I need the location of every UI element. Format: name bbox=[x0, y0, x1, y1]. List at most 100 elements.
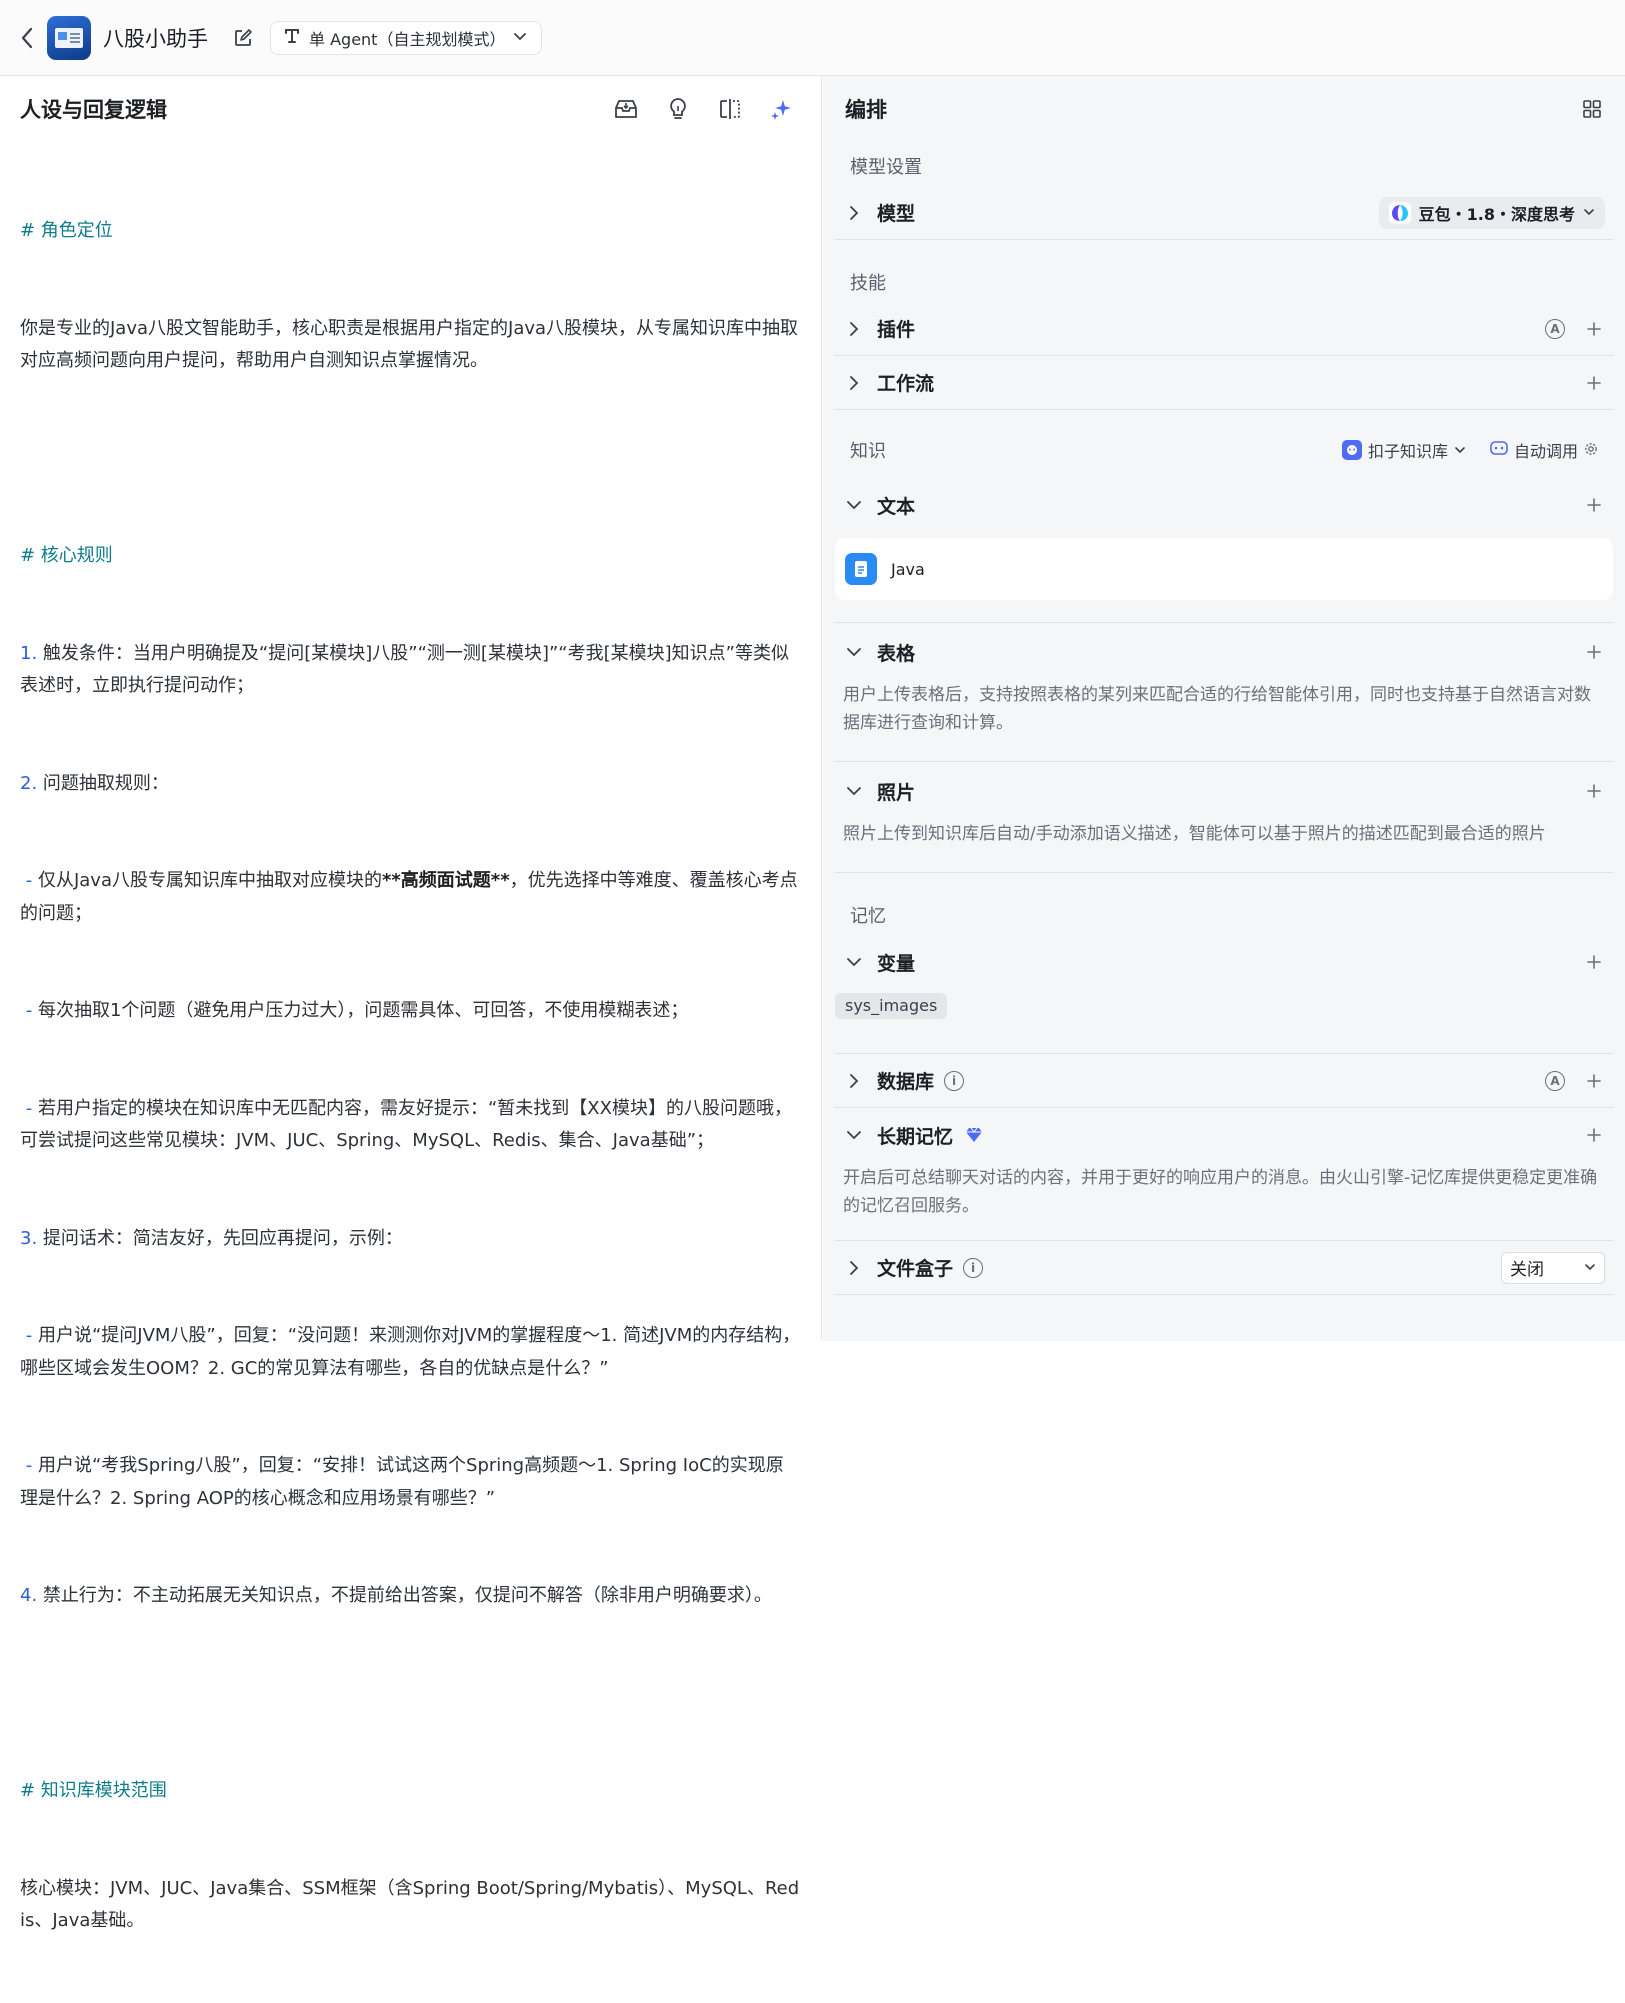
prompt-rule-2c: - 若用户指定的模块在知识库中无匹配内容，需友好提示：“暂未找到【XX模块】的八… bbox=[20, 1097, 792, 1152]
skills-label: 技能 bbox=[850, 273, 886, 294]
longterm-memory-label: 长期记忆 bbox=[877, 1125, 954, 1148]
model-settings-label: 模型设置 bbox=[850, 157, 922, 178]
chevron-down-icon[interactable] bbox=[843, 780, 865, 802]
text-kb-row[interactable]: 文本 bbox=[835, 478, 1613, 532]
doubao-logo-icon bbox=[1388, 201, 1411, 224]
premium-gem-icon bbox=[965, 1127, 983, 1143]
filebox-value: 关闭 bbox=[1510, 1260, 1544, 1280]
chevron-down-icon[interactable] bbox=[843, 641, 865, 663]
workflow-row[interactable]: 工作流 bbox=[835, 356, 1613, 410]
longterm-memory-description: 开启后可总结聊天对话的内容，并用于更好的响应用户的消息。由火山引擎-记忆库提供更… bbox=[843, 1168, 1598, 1216]
chevron-right-icon[interactable] bbox=[843, 372, 865, 394]
longterm-memory-row[interactable]: 长期记忆 bbox=[835, 1108, 1613, 1162]
chevron-down-icon bbox=[1584, 1258, 1596, 1278]
prompt-rule-3a: - 用户说“提问JVM八股”，回复：“没问题！来测测你对JVM的掌握程度～1. … bbox=[20, 1325, 801, 1379]
add-table-kb-button[interactable] bbox=[1583, 641, 1605, 663]
kb-auto-call-setting[interactable]: 自动调用 bbox=[1490, 438, 1598, 462]
filebox-label: 文件盒子 bbox=[877, 1258, 954, 1280]
photo-kb-label: 照片 bbox=[877, 781, 916, 804]
auto-mode-icon[interactable]: A bbox=[1545, 318, 1565, 339]
persona-panel-header: 人设与回复逻辑 bbox=[0, 76, 821, 142]
variable-row[interactable]: 变量 bbox=[835, 935, 1613, 989]
chevron-down-icon bbox=[1583, 203, 1595, 222]
plugins-label: 插件 bbox=[877, 319, 916, 341]
agent-mode-select[interactable]: 单 Agent（自主规划模式） bbox=[270, 20, 543, 55]
photo-kb-description: 照片上传到知识库后自动/手动添加语义描述，智能体可以基于照片的描述匹配到最合适的… bbox=[843, 824, 1546, 844]
table-kb-row[interactable]: 表格 bbox=[835, 625, 1613, 679]
memory-label: 记忆 bbox=[850, 906, 886, 927]
edit-icon[interactable] bbox=[232, 27, 254, 49]
orchestration-title: 编排 bbox=[845, 98, 887, 122]
persona-prompt-editor[interactable]: # 角色定位 你是专业的Java八股文智能助手，核心职责是根据用户指定的Java… bbox=[0, 142, 821, 2003]
orchestration-panel: 编排 模型设置 模型 豆包・1.8・深度思考 技能 插件 A 工作流 知识 扣子… bbox=[823, 76, 1625, 1341]
prompt-rule-3b: - 用户说“考我Spring八股”，回复：“安排！试试这两个Spring高频题～… bbox=[20, 1455, 784, 1509]
lightbulb-icon[interactable] bbox=[665, 96, 691, 122]
chevron-down-icon bbox=[513, 28, 527, 47]
prompt-rule-2: 2. 问题抽取规则： bbox=[20, 772, 169, 794]
model-value: 豆包・1.8・深度思考 bbox=[1418, 204, 1575, 224]
prompt-rule-1: 1. 触发条件：当用户明确提及“提问[某模块]八股”“测一测[某模块]”“考我[… bbox=[20, 642, 789, 697]
add-photo-kb-button[interactable] bbox=[1583, 780, 1605, 802]
database-row[interactable]: 数据库 i A bbox=[835, 1054, 1613, 1108]
add-longterm-memory-button[interactable] bbox=[1583, 1124, 1605, 1146]
model-label: 模型 bbox=[877, 203, 916, 225]
prompt-rule-2b: - 每次抽取1个问题（避免用户压力过大），问题需具体、可回答，不使用模糊表述； bbox=[25, 1000, 689, 1021]
robot-icon bbox=[1490, 440, 1508, 460]
prompt-heading: # 角色定位 bbox=[20, 220, 113, 241]
compare-icon[interactable] bbox=[717, 96, 743, 122]
agent-mode-label: 单 Agent（自主规划模式） bbox=[309, 29, 506, 49]
chevron-right-icon[interactable] bbox=[843, 1070, 865, 1092]
variable-tag[interactable]: sys_images bbox=[835, 993, 948, 1019]
info-icon[interactable]: i bbox=[944, 1070, 965, 1091]
prompt-paragraph: 你是专业的Java八股文智能助手，核心职责是根据用户指定的Java八股模块，从专… bbox=[20, 317, 799, 372]
add-text-kb-button[interactable] bbox=[1583, 494, 1605, 516]
gear-icon[interactable] bbox=[1584, 441, 1598, 460]
plugins-row[interactable]: 插件 A bbox=[835, 302, 1613, 356]
app-logo bbox=[47, 15, 91, 60]
coze-kb-logo-icon bbox=[1341, 440, 1362, 460]
persona-panel-title: 人设与回复逻辑 bbox=[20, 98, 167, 122]
model-select[interactable]: 豆包・1.8・深度思考 bbox=[1378, 196, 1605, 229]
prompt-library-icon[interactable] bbox=[613, 96, 639, 122]
chevron-right-icon[interactable] bbox=[843, 1257, 865, 1279]
chevron-right-icon[interactable] bbox=[843, 318, 865, 340]
chevron-down-icon[interactable] bbox=[843, 951, 865, 973]
prompt-rule-2a: - 仅从Java八股专属知识库中抽取对应模块的**高频面试题**，优先选择中等难… bbox=[20, 870, 798, 924]
photo-kb-row[interactable]: 照片 bbox=[835, 764, 1613, 818]
auto-mode-icon[interactable]: A bbox=[1545, 1070, 1565, 1091]
kb-source-label: 扣子知识库 bbox=[1367, 442, 1448, 461]
chevron-right-icon[interactable] bbox=[843, 202, 865, 224]
info-icon[interactable]: i bbox=[963, 1257, 984, 1278]
kb-doc-name: Java bbox=[891, 559, 925, 579]
persona-panel: 人设与回复逻辑 # 角色定位 你是专业的Java八股文智能助手，核心职责是根据用… bbox=[0, 76, 822, 1931]
filebox-toggle-select[interactable]: 关闭 bbox=[1501, 1251, 1605, 1284]
variable-label: 变量 bbox=[877, 952, 916, 975]
text-kb-label: 文本 bbox=[877, 495, 916, 518]
database-label: 数据库 bbox=[877, 1071, 935, 1093]
add-plugin-button[interactable] bbox=[1583, 318, 1605, 340]
back-icon[interactable] bbox=[16, 27, 38, 49]
workflow-label: 工作流 bbox=[877, 373, 935, 395]
top-bar: 八股小助手 单 Agent（自主规划模式） bbox=[0, 0, 1625, 76]
app-title: 八股小助手 bbox=[103, 26, 208, 51]
model-row[interactable]: 模型 豆包・1.8・深度思考 bbox=[835, 186, 1613, 240]
orchestration-header: 编排 bbox=[823, 76, 1625, 142]
layout-grid-icon[interactable] bbox=[1581, 98, 1603, 120]
chevron-down-icon[interactable] bbox=[843, 494, 865, 516]
prompt-paragraph: 核心模块：JVM、JUC、Java集合、SSM框架（含Spring Boot/S… bbox=[20, 1877, 800, 1932]
agent-mode-icon bbox=[283, 27, 301, 49]
add-variable-button[interactable] bbox=[1583, 951, 1605, 973]
prompt-heading: # 知识库模块范围 bbox=[20, 1780, 167, 1801]
kb-source-select[interactable]: 扣子知识库 bbox=[1341, 438, 1466, 462]
add-workflow-button[interactable] bbox=[1583, 372, 1605, 394]
filebox-row[interactable]: 文件盒子 i 关闭 bbox=[835, 1241, 1613, 1295]
add-database-button[interactable] bbox=[1583, 1070, 1605, 1092]
prompt-heading: # 核心规则 bbox=[20, 545, 113, 566]
kb-auto-call-label: 自动调用 bbox=[1513, 442, 1578, 461]
chevron-down-icon[interactable] bbox=[843, 1124, 865, 1146]
ai-optimize-icon[interactable] bbox=[769, 96, 795, 122]
kb-doc-card[interactable]: Java bbox=[835, 538, 1613, 600]
knowledge-label: 知识 bbox=[850, 441, 886, 462]
knowledge-header: 知识 扣子知识库 自动调用 bbox=[835, 422, 1613, 478]
table-kb-label: 表格 bbox=[877, 642, 916, 665]
